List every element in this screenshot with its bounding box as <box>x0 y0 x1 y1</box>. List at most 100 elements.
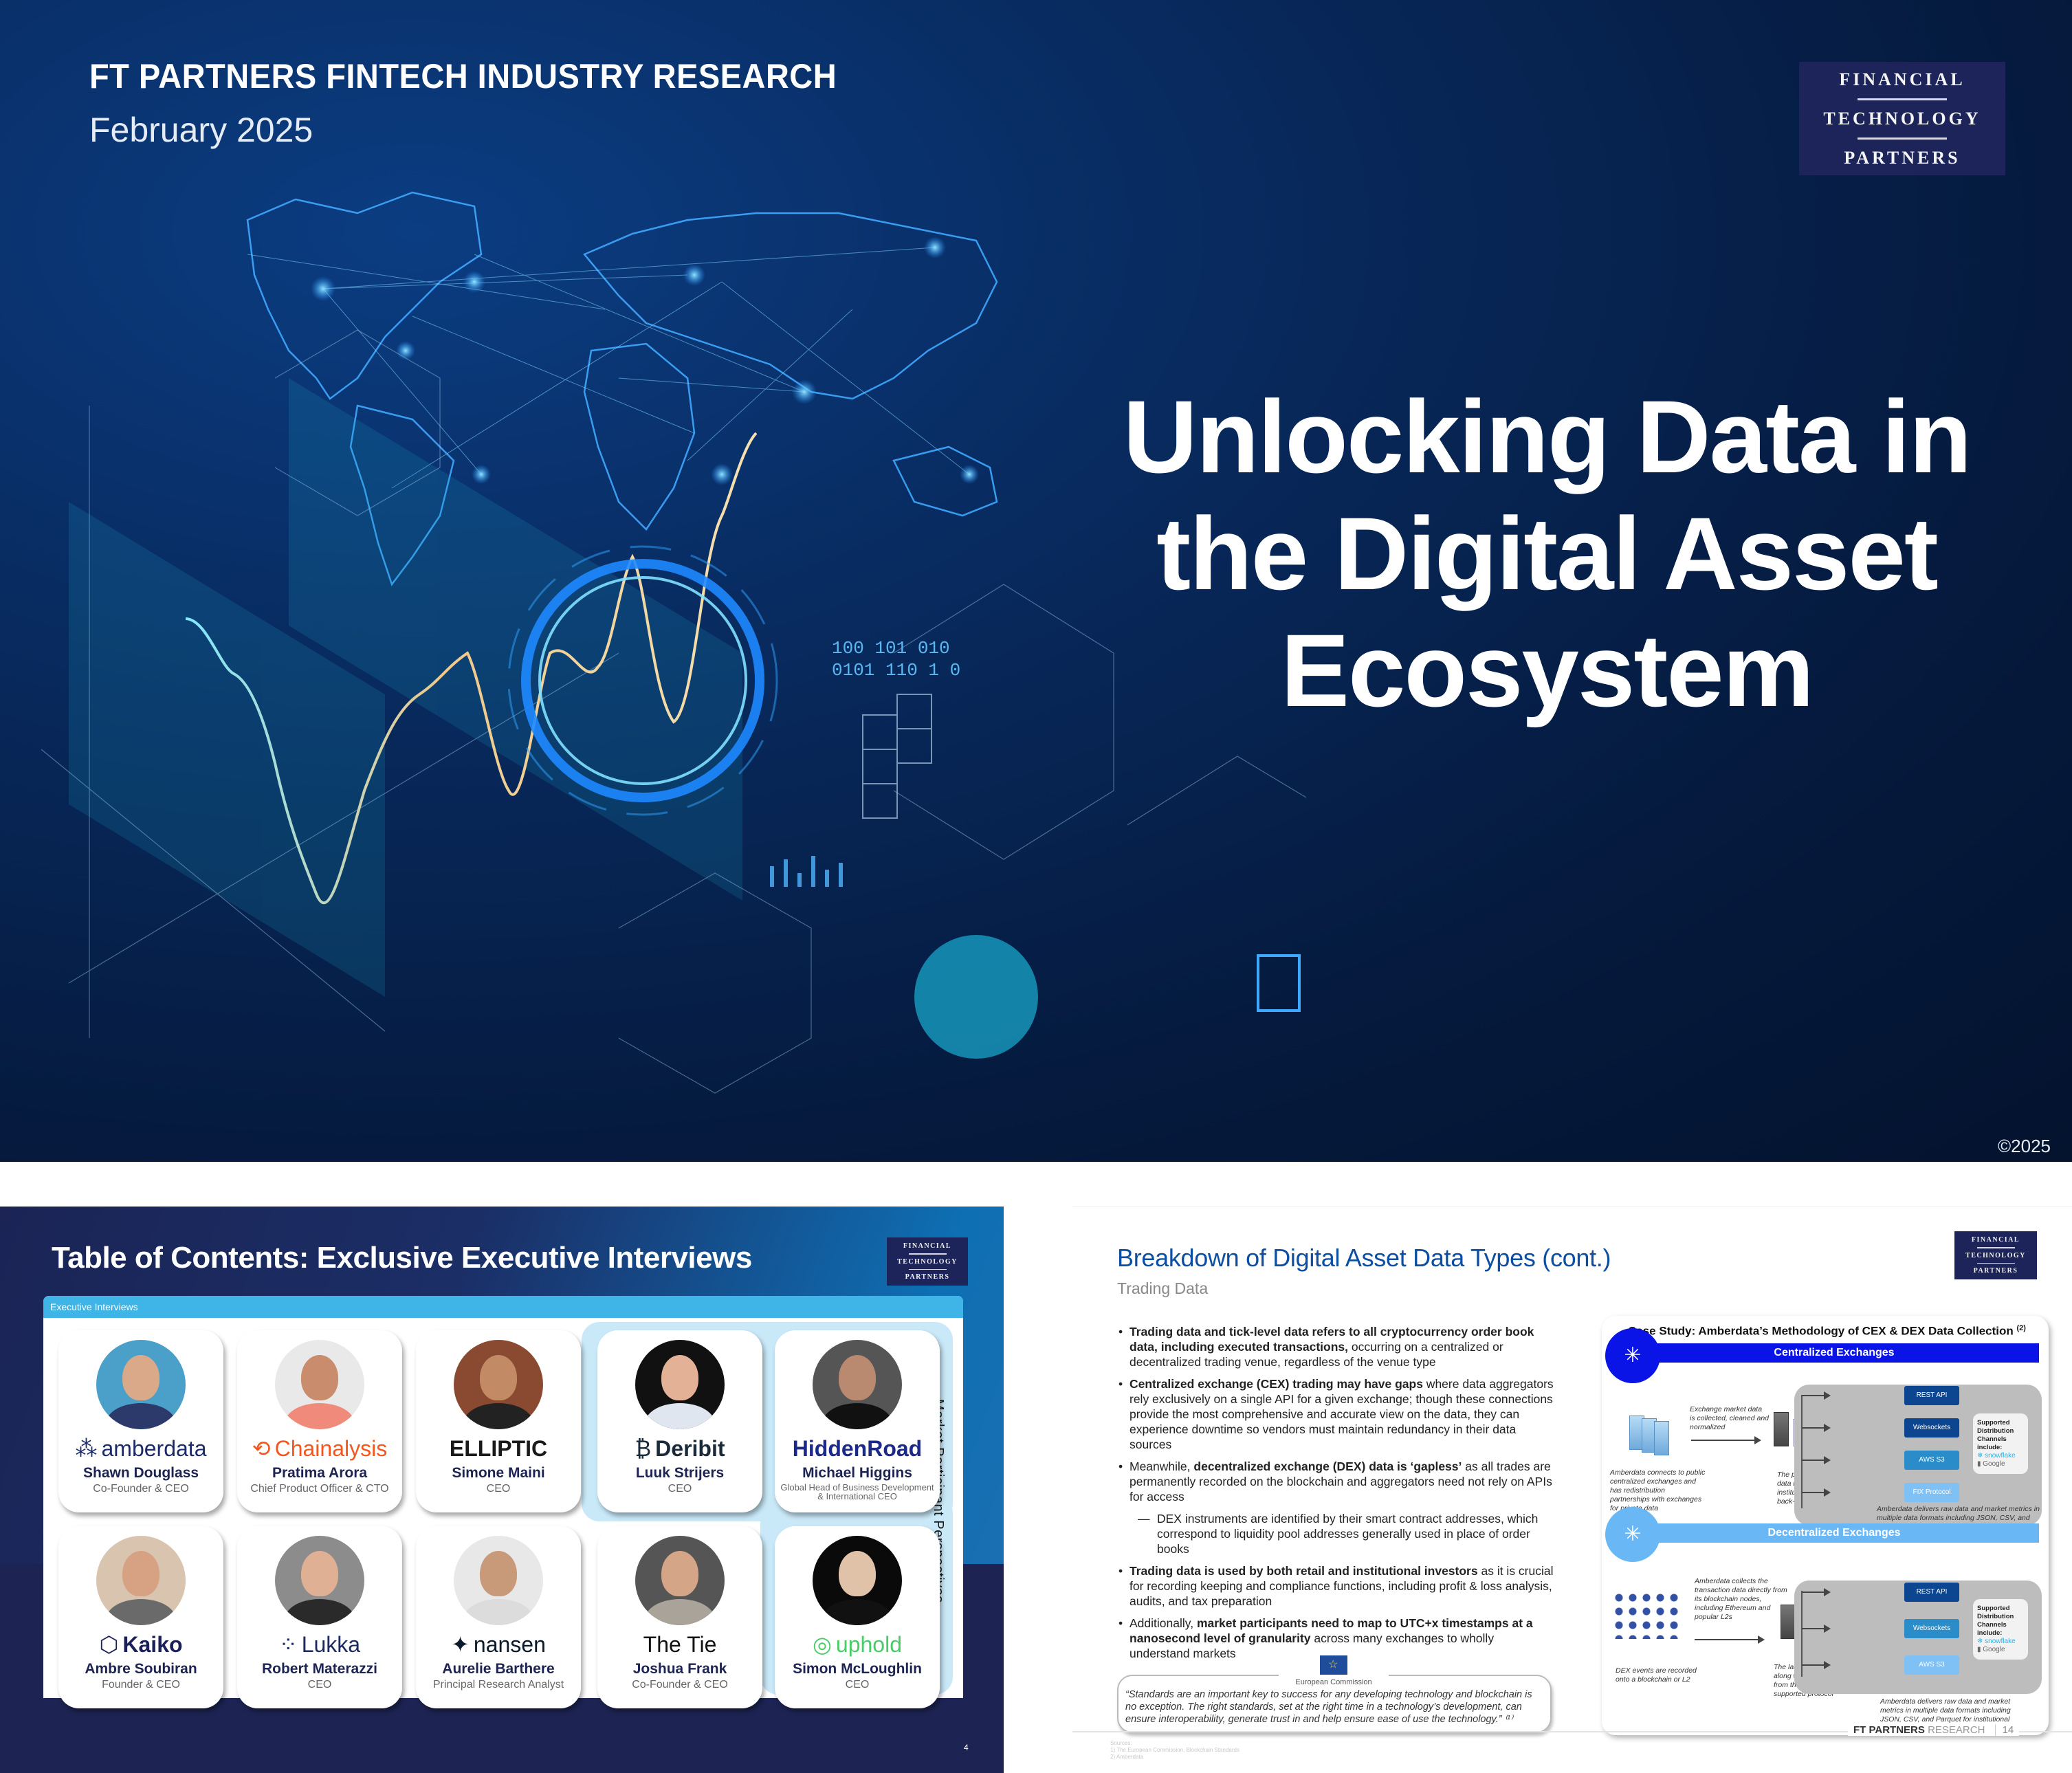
distribution-channel: FIX Protocol <box>1904 1483 1959 1502</box>
footer-brand: FT PARTNERS RESEARCH 14 <box>1848 1724 2020 1736</box>
avatar <box>275 1536 364 1625</box>
title-line: Unlocking Data in <box>1123 379 1972 494</box>
person-name: Simon McLoughlin <box>793 1661 922 1677</box>
logo-line-1: FINANCIAL <box>1971 1236 2020 1244</box>
flow-arrow <box>1695 1636 1765 1644</box>
document-icon <box>1257 954 1301 1012</box>
company-name: amberdata <box>101 1435 207 1461</box>
panel-header: Executive Interviews <box>43 1296 963 1318</box>
person-role: CEO <box>668 1483 692 1495</box>
person-role: CEO <box>486 1483 511 1495</box>
sub-bullet: DEX instruments are identified by their … <box>1117 1511 1557 1556</box>
kaiko-icon: ⬡ <box>99 1632 119 1657</box>
company-name: HiddenRoad <box>792 1435 923 1461</box>
logo-line-2: TECHNOLOGY <box>897 1257 958 1266</box>
person-role: CEO <box>845 1679 870 1691</box>
person-name: Michael Higgins <box>802 1465 912 1481</box>
company-name: The Tie <box>643 1631 717 1657</box>
avatar <box>454 1340 543 1429</box>
interview-card[interactable]: The Tie Joshua Frank Co-Founder & CEO <box>597 1526 762 1708</box>
logo-line-2: TECHNOLOGY <box>1965 1251 2026 1259</box>
branch-arrow <box>1802 1625 1831 1633</box>
interview-card[interactable]: ₿ Deribit Luuk Strijers CEO <box>597 1330 762 1512</box>
logo-line-3: PARTNERS <box>1844 147 1961 168</box>
mini-bars <box>770 856 843 887</box>
title-line: Ecosystem <box>1280 613 1814 728</box>
logo-divider <box>908 1253 947 1255</box>
sources: Sources: 1) The European Commission, Blo… <box>1110 1740 1239 1761</box>
cover-slide: 100 101 010 0101 110 1 0 FT PARTNERS FIN… <box>0 0 2072 1162</box>
interview-card[interactable]: ⁘ Lukka Robert Materazzi CEO <box>237 1526 402 1708</box>
data-planes <box>69 378 742 997</box>
branch-arrow <box>1802 1424 1831 1432</box>
person-name: Robert Materazzi <box>261 1661 378 1677</box>
avatar <box>454 1536 543 1625</box>
executive-interviews-panel: Executive Interviews Market Participant … <box>43 1296 963 1708</box>
interview-card[interactable]: ⁂ amberdata Shawn Douglass Co-Founder & CEO <box>58 1330 223 1512</box>
company-logo: ⟲ Chainalysis <box>237 1433 402 1464</box>
logo-line-1: FINANCIAL <box>1839 69 1965 89</box>
interview-card[interactable]: ⬡ Kaiko Ambre Soubiran Founder & CEO <box>58 1526 223 1708</box>
interview-card[interactable]: ELLIPTIC Simone Maini CEO <box>416 1330 581 1512</box>
snowflake-logo: ❄ snowflake <box>1977 1638 2016 1645</box>
eu-flag-icon <box>1320 1655 1347 1675</box>
deribit-icon: ₿ <box>635 1435 652 1461</box>
person-role: Principal Research Analyst <box>432 1679 564 1691</box>
globe-graphic <box>914 935 1038 1059</box>
bullet: Trading data and tick-level data refers … <box>1117 1324 1557 1369</box>
snowflake-logo: ❄ snowflake <box>1977 1452 2016 1460</box>
case-study-title-text: Case Study: Amberdata’s Methodology of C… <box>1628 1324 2014 1338</box>
company-name: uphold <box>835 1631 902 1657</box>
company-logo: The Tie <box>597 1629 762 1660</box>
toc-slide: Table of Contents: Exclusive Executive I… <box>0 1207 1004 1773</box>
branch-arrow <box>1802 1488 1831 1497</box>
interview-card[interactable]: ⟲ Chainalysis Pratima Arora Chief Product O… <box>237 1330 402 1512</box>
company-name: nansen <box>473 1631 546 1657</box>
distribution-channel: REST API <box>1904 1386 1959 1405</box>
company-name: ELLIPTIC <box>449 1435 548 1461</box>
footer-brand-light: RESEARCH <box>1928 1724 1985 1736</box>
bullet-list: Trading data and tick-level data refers … <box>1117 1324 1557 1668</box>
distribution-channel: Websockets <box>1904 1619 1959 1638</box>
bullet: Meanwhile, decentralized exchange (DEX) … <box>1117 1459 1557 1504</box>
breakdown-slide: Breakdown of Digital Asset Data Types (c… <box>1072 1207 2072 1773</box>
binary-text-1: 100 101 010 <box>832 638 950 659</box>
logo-line-3: PARTNERS <box>905 1273 950 1281</box>
blockchain-nodes-icon <box>1612 1591 1681 1639</box>
branch-arrow <box>1802 1588 1831 1596</box>
chainalysis-icon: ⟲ <box>252 1436 271 1461</box>
distribution-channel: Websockets <box>1904 1418 1959 1438</box>
case-study-panel: Case Study: Amberdata’s Methodology of C… <box>1602 1316 2049 1735</box>
person-name: Pratima Arora <box>272 1465 368 1481</box>
interview-card[interactable]: ✦ nansen Aurelie Barthere Principal Researc… <box>416 1526 581 1708</box>
cex-caption-left: Amberdata connects to public centralized… <box>1610 1468 1706 1512</box>
amberdata-dots-icon: ⁂ <box>75 1436 98 1461</box>
flow-arrow <box>1691 1436 1761 1444</box>
distribution-channel: AWS S3 <box>1904 1451 1959 1470</box>
interview-card[interactable]: ◎ uphold Simon McLoughlin CEO <box>775 1526 940 1708</box>
case-study-title: Case Study: Amberdata’s Methodology of C… <box>1628 1324 2026 1339</box>
dex-caption-arrow: Amberdata collects the transaction data … <box>1695 1577 1787 1621</box>
person-role: Co-Founder & CEO <box>93 1483 189 1495</box>
bullet: Trading data is used by both retail and … <box>1117 1563 1557 1609</box>
company-logo: ⁘ Lukka <box>237 1629 402 1660</box>
branch-arrow <box>1802 1456 1831 1464</box>
person-name: Luuk Strijers <box>635 1465 725 1481</box>
supported-channels: Supported Distribution Channels include:… <box>1973 1599 2028 1660</box>
avatar <box>635 1536 725 1625</box>
avatar <box>813 1340 902 1429</box>
branch-arrow <box>1802 1391 1831 1400</box>
supported-heading: Supported Distribution Channels include: <box>1977 1419 2014 1451</box>
ftp-logo: FINANCIAL TECHNOLOGY PARTNERS <box>1954 1231 2037 1279</box>
ftp-logo: FINANCIAL TECHNOLOGY PARTNERS <box>887 1237 968 1286</box>
company-name: Kaiko <box>122 1631 183 1657</box>
company-logo: ₿ Deribit <box>597 1433 762 1464</box>
avatar <box>813 1536 902 1625</box>
lukka-dots-icon: ⁘ <box>278 1632 298 1657</box>
nansen-star-icon: ✦ <box>451 1632 470 1657</box>
logo-line-2: TECHNOLOGY <box>1823 108 1981 129</box>
page-number: 14 <box>1994 1724 2014 1736</box>
interview-card[interactable]: HiddenRoad Michael Higgins Global Head of … <box>775 1330 940 1512</box>
copyright: ©2025 <box>1998 1136 2051 1156</box>
report-series-label: FT PARTNERS FINTECH INDUSTRY RESEARCH <box>89 57 837 96</box>
